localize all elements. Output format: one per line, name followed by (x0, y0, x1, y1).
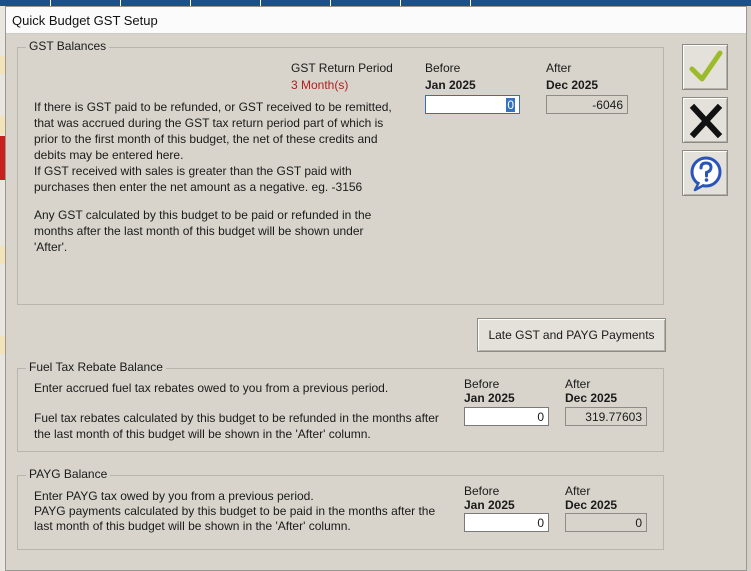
payg-after-field: 0 (565, 513, 647, 532)
cancel-button[interactable] (682, 97, 728, 143)
window-title: Quick Budget GST Setup (12, 13, 158, 28)
gst-return-period-value: 3 Month(s) (291, 78, 349, 92)
gst-description-line: prior to the first month of this budget,… (34, 132, 378, 146)
fuel-line-3: the last month of this budget will be sh… (34, 427, 371, 441)
gst-description-line: purchases then enter the net amount as a… (34, 180, 363, 194)
help-question-icon (690, 156, 722, 192)
payg-line-3: last month of this budget will be shown … (34, 519, 351, 533)
fuel-tax-rebate-title: Fuel Tax Rebate Balance (26, 360, 166, 374)
checkmark-icon (689, 50, 723, 82)
gst-after-value: -6046 (592, 98, 623, 112)
gst-balances-title: GST Balances (26, 39, 110, 53)
payg-before-value: 0 (537, 516, 544, 530)
gst-setup-dialog: Quick Budget GST Setup GST Balances GST … (5, 6, 747, 571)
payg-line-2: PAYG payments calculated by this budget … (34, 504, 436, 518)
gst-before-input[interactable]: 0 (425, 95, 520, 114)
gst-note-line: Any GST calculated by this budget to be … (34, 208, 372, 222)
gst-description-line: If there is GST paid to be refunded, or … (34, 100, 392, 114)
close-x-icon (689, 103, 723, 138)
gst-description-line: that was accrued during the GST tax retu… (34, 116, 384, 130)
gst-note-line: months after the last month of this budg… (34, 224, 364, 238)
gst-note-line: 'After'. (34, 240, 68, 254)
gst-before-month: Jan 2025 (425, 78, 476, 92)
late-payments-button-label: Late GST and PAYG Payments (488, 328, 655, 342)
gst-return-period-label: GST Return Period (291, 61, 393, 75)
gst-balances-group: GST Balances GST Return Period 3 Month(s… (17, 39, 664, 305)
late-gst-payg-payments-button[interactable]: Late GST and PAYG Payments (477, 318, 666, 352)
payg-balance-title: PAYG Balance (26, 467, 111, 481)
fuel-line-1: Enter accrued fuel tax rebates owed to y… (34, 381, 389, 395)
gst-after-month: Dec 2025 (546, 78, 599, 92)
payg-after-value: 0 (635, 516, 642, 530)
fuel-after-value: 319.77603 (585, 410, 642, 424)
payg-after-month: Dec 2025 (565, 498, 618, 512)
ok-button[interactable] (682, 44, 728, 90)
fuel-before-month: Jan 2025 (464, 391, 515, 405)
fuel-before-input[interactable]: 0 (464, 407, 549, 426)
gst-after-field: -6046 (546, 95, 628, 114)
gst-before-value: 0 (506, 98, 515, 112)
title-bar: Quick Budget GST Setup (6, 7, 746, 34)
gst-description-line: debits may be entered here. (34, 148, 184, 162)
payg-balance-group: PAYG Balance Enter PAYG tax owed by you … (17, 467, 664, 550)
fuel-after-field: 319.77603 (565, 407, 647, 426)
payg-before-input[interactable]: 0 (464, 513, 549, 532)
fuel-tax-rebate-group: Fuel Tax Rebate Balance Enter accrued fu… (17, 360, 664, 452)
gst-after-label: After (546, 61, 572, 75)
fuel-line-2: Fuel tax rebates calculated by this budg… (34, 411, 439, 425)
payg-line-1: Enter PAYG tax owed by you from a previo… (34, 489, 314, 503)
help-button[interactable] (682, 150, 728, 196)
gst-description-line: If GST received with sales is greater th… (34, 164, 352, 178)
gst-before-label: Before (425, 61, 461, 75)
fuel-before-value: 0 (537, 410, 544, 424)
payg-before-month: Jan 2025 (464, 498, 515, 512)
fuel-after-month: Dec 2025 (565, 391, 618, 405)
